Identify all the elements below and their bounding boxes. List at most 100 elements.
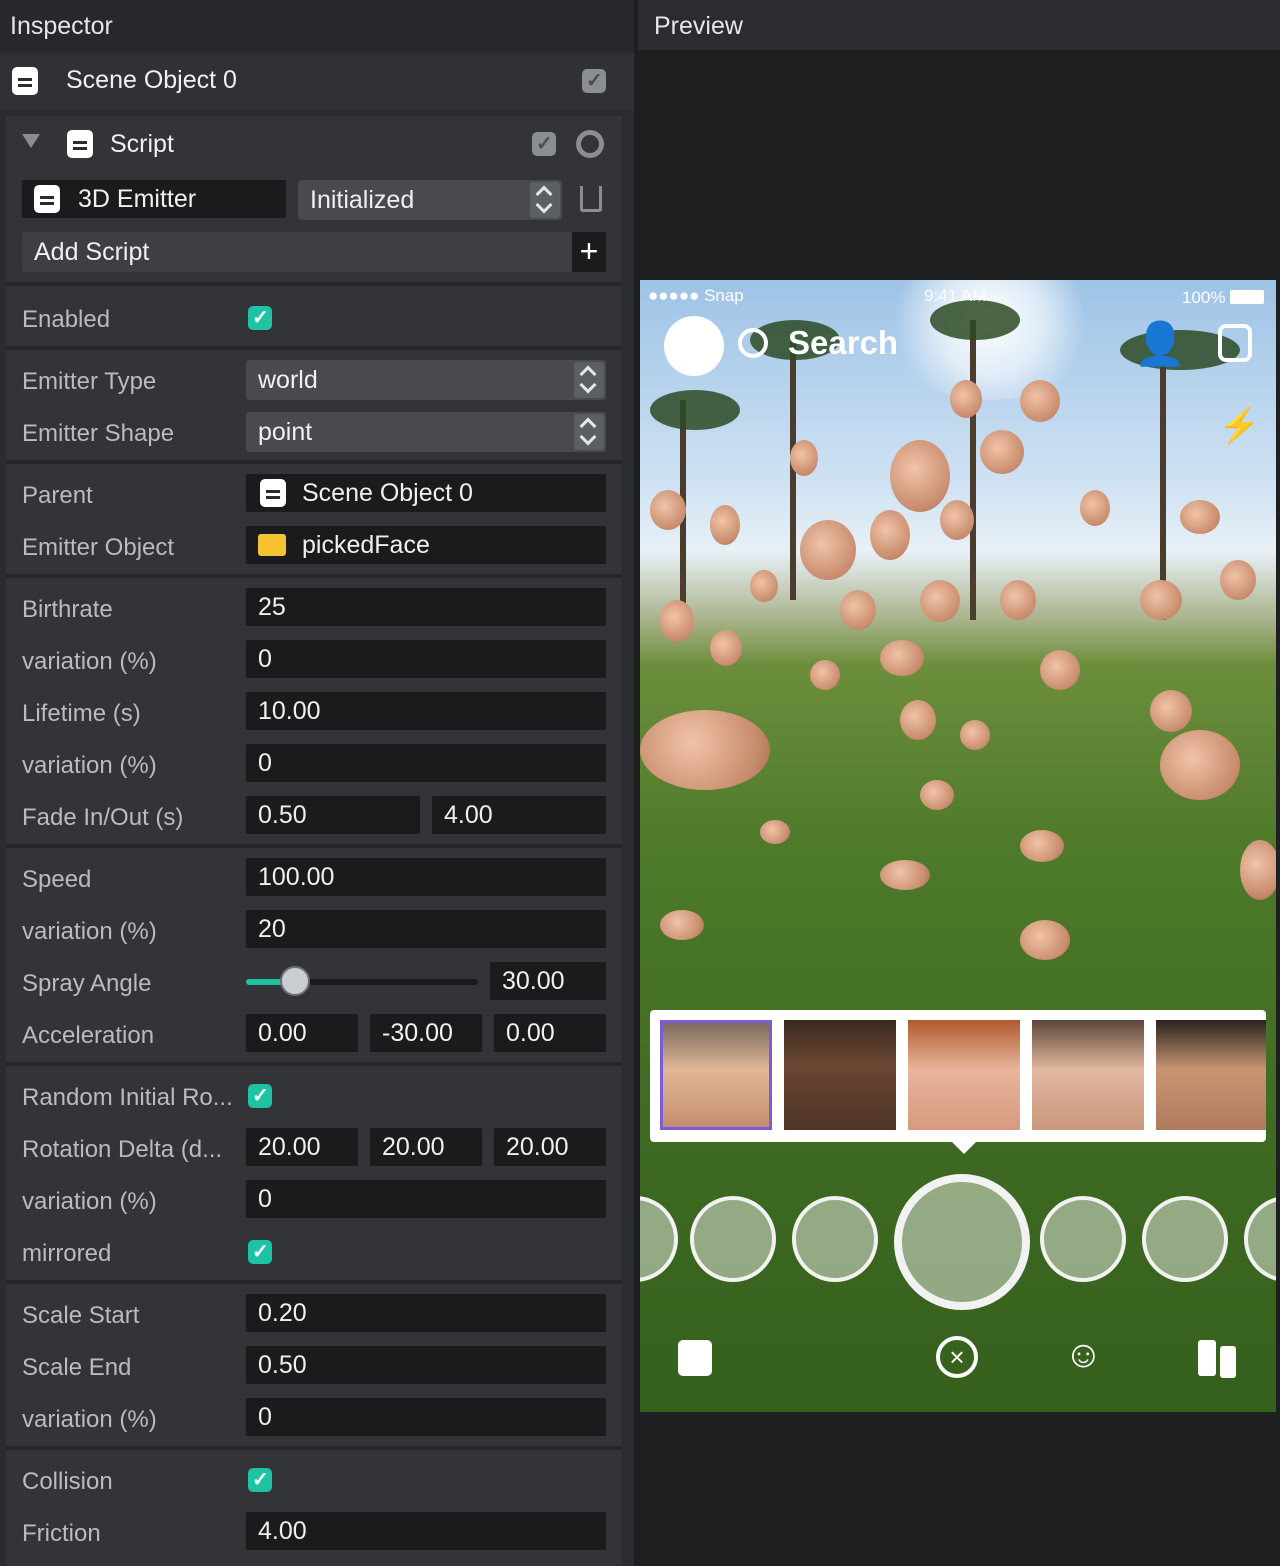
inspector-title: Inspector bbox=[10, 12, 113, 40]
lifetime-input[interactable]: 10.00 bbox=[246, 692, 606, 730]
flip-camera-icon[interactable] bbox=[1218, 324, 1252, 362]
collision-checkbox[interactable] bbox=[248, 1467, 272, 1492]
lifetime-label: Lifetime (s) bbox=[22, 700, 141, 727]
face-option-4[interactable] bbox=[1032, 1020, 1144, 1130]
rotation-variation-input[interactable]: 0 bbox=[246, 1180, 606, 1218]
object-enabled-checkbox[interactable] bbox=[582, 68, 606, 93]
script-asset-field[interactable]: 3D Emitter bbox=[22, 180, 286, 218]
chat-icon[interactable] bbox=[678, 1340, 712, 1376]
face-particle bbox=[1020, 830, 1064, 862]
random-rotation-checkbox[interactable] bbox=[248, 1083, 272, 1108]
lifetime-variation-label: variation (%) bbox=[22, 752, 157, 779]
scale-variation-input[interactable]: 0 bbox=[246, 1398, 606, 1436]
rotation-delta-x-input[interactable]: 20.00 bbox=[246, 1128, 358, 1166]
face-particle bbox=[1020, 920, 1070, 960]
speed-variation-input[interactable]: 20 bbox=[246, 910, 606, 948]
lens-option[interactable] bbox=[1142, 1196, 1228, 1282]
acceleration-label: Acceleration bbox=[22, 1022, 155, 1049]
birthrate-variation-input[interactable]: 0 bbox=[246, 640, 606, 678]
divider bbox=[6, 460, 622, 464]
gear-icon[interactable] bbox=[576, 130, 604, 158]
add-script-field[interactable]: Add Script + bbox=[22, 232, 606, 272]
birthrate-input[interactable]: 25 bbox=[246, 588, 606, 626]
face-option-5[interactable] bbox=[1156, 1020, 1266, 1130]
phone-preview-viewport[interactable]: ●●●●● Snap 9:41 AM 100% Search 👤 ⚡ × ☺ bbox=[640, 280, 1276, 1412]
emitter-object-field[interactable]: pickedFace bbox=[246, 526, 606, 564]
spray-angle-slider-track[interactable] bbox=[246, 966, 478, 996]
rotation-delta-y-input[interactable]: 20.00 bbox=[370, 1128, 482, 1166]
inspector-header: Inspector bbox=[0, 0, 634, 52]
face-particle bbox=[960, 720, 990, 750]
face-option-1[interactable] bbox=[660, 1020, 772, 1130]
close-lens-icon[interactable]: × bbox=[936, 1336, 978, 1378]
flash-off-icon[interactable]: ⚡ bbox=[1218, 406, 1260, 446]
speed-input[interactable]: 100.00 bbox=[246, 858, 606, 896]
face-particle bbox=[900, 700, 936, 740]
fade-in-input[interactable]: 0.50 bbox=[246, 796, 420, 834]
face-particle bbox=[940, 500, 974, 540]
lifetime-variation-input[interactable]: 0 bbox=[246, 744, 606, 782]
divider bbox=[6, 844, 622, 848]
divider bbox=[6, 1062, 622, 1066]
spray-angle-input[interactable]: 30.00 bbox=[490, 962, 606, 1000]
spray-angle-slider-knob[interactable] bbox=[280, 966, 310, 996]
enabled-checkbox[interactable] bbox=[248, 305, 272, 330]
select-spinner-icon bbox=[574, 362, 604, 398]
face-particle bbox=[950, 380, 982, 418]
speed-label: Speed bbox=[22, 866, 92, 893]
emitter-shape-select[interactable]: point bbox=[246, 412, 606, 452]
acceleration-x-input[interactable]: 0.00 bbox=[246, 1014, 358, 1052]
scale-end-input[interactable]: 0.50 bbox=[246, 1346, 606, 1384]
face-particle bbox=[1000, 580, 1036, 620]
rotation-variation-label: variation (%) bbox=[22, 1188, 157, 1215]
scale-start-input[interactable]: 0.20 bbox=[246, 1294, 606, 1332]
face-particle bbox=[1180, 500, 1220, 534]
lens-explore-icon[interactable]: ☺ bbox=[1064, 1334, 1103, 1377]
trash-icon[interactable] bbox=[580, 186, 602, 212]
birthrate-variation-label: variation (%) bbox=[22, 648, 157, 675]
lens-option[interactable] bbox=[792, 1196, 878, 1282]
friction-input[interactable]: 4.00 bbox=[246, 1512, 606, 1550]
mirrored-checkbox[interactable] bbox=[248, 1239, 272, 1264]
face-particle bbox=[920, 580, 960, 622]
palm-trunk bbox=[1160, 340, 1166, 620]
acceleration-y-input[interactable]: -30.00 bbox=[370, 1014, 482, 1052]
lens-option[interactable] bbox=[1244, 1196, 1276, 1282]
parent-field[interactable]: Scene Object 0 bbox=[246, 474, 606, 512]
face-option-3[interactable] bbox=[908, 1020, 1020, 1130]
acceleration-z-input[interactable]: 0.00 bbox=[494, 1014, 606, 1052]
scene-object-row[interactable]: Scene Object 0 bbox=[0, 54, 634, 110]
lens-option[interactable] bbox=[640, 1196, 678, 1282]
face-particle bbox=[640, 710, 770, 790]
folder-icon bbox=[258, 534, 286, 556]
add-friend-icon[interactable]: 👤 bbox=[1134, 320, 1186, 369]
scale-variation-label: variation (%) bbox=[22, 1406, 157, 1433]
collapse-triangle-icon[interactable] bbox=[22, 134, 40, 148]
palm-frond bbox=[930, 300, 1020, 340]
face-particle bbox=[1150, 690, 1192, 732]
search-icon[interactable] bbox=[738, 328, 768, 358]
status-time: 9:41 AM bbox=[924, 286, 987, 305]
face-particle bbox=[810, 660, 840, 690]
search-label[interactable]: Search bbox=[788, 324, 898, 362]
face-particle bbox=[870, 510, 910, 560]
face-option-2[interactable] bbox=[784, 1020, 896, 1130]
lens-option[interactable] bbox=[1040, 1196, 1126, 1282]
stories-icon-bar-left[interactable] bbox=[1198, 1340, 1216, 1376]
emitter-type-select[interactable]: world bbox=[246, 360, 606, 400]
fade-out-input[interactable]: 4.00 bbox=[432, 796, 606, 834]
scene-object-name: Scene Object 0 bbox=[66, 66, 237, 94]
stories-icon-bar-right[interactable] bbox=[1220, 1346, 1236, 1378]
script-event-select[interactable]: Initialized bbox=[298, 180, 562, 220]
divider bbox=[6, 1446, 622, 1450]
capture-button[interactable] bbox=[894, 1174, 1030, 1310]
plus-icon[interactable]: + bbox=[572, 232, 606, 272]
script-asset-icon bbox=[34, 185, 60, 213]
profile-avatar[interactable] bbox=[664, 316, 724, 376]
face-particle bbox=[710, 630, 742, 666]
face-particle bbox=[800, 520, 856, 580]
rotation-delta-z-input[interactable]: 20.00 bbox=[494, 1128, 606, 1166]
lens-option[interactable] bbox=[690, 1196, 776, 1282]
status-carrier: ●●●●● Snap bbox=[648, 286, 744, 305]
script-enabled-checkbox[interactable] bbox=[532, 131, 556, 156]
